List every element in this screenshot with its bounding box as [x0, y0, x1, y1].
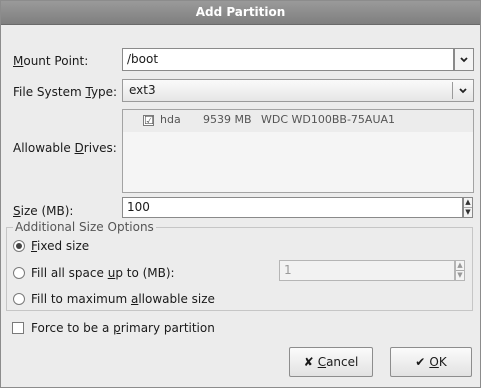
ok-hand-icon: ✔: [415, 355, 426, 369]
ok-button[interactable]: ✔ OK: [390, 347, 472, 377]
fixed-size-radio[interactable]: [13, 240, 25, 252]
fill-up-to-label[interactable]: Fill all space up to (MB):: [31, 266, 175, 280]
size-spinner[interactable]: ▲ ▼: [463, 197, 473, 218]
mount-point-input[interactable]: /boot: [122, 48, 454, 71]
drive-row[interactable]: ☑ hda 9539 MB WDC WD100BB-75AUA1: [123, 110, 473, 132]
add-partition-dialog: Add Partition Mount Point: /boot File Sy…: [0, 0, 481, 388]
mount-point-dropdown-button[interactable]: [454, 48, 474, 71]
mount-point-label: Mount Point:: [13, 54, 89, 68]
spin-up-icon[interactable]: ▲: [464, 198, 472, 208]
cancel-x-icon: ✘: [303, 355, 314, 369]
fill-up-to-spinner[interactable]: ▲ ▼: [455, 260, 465, 281]
drive-name: hda: [160, 113, 181, 126]
size-input[interactable]: 100: [122, 197, 463, 218]
fs-type-label: File System Type:: [13, 85, 118, 99]
fs-type-value: ext3: [129, 83, 156, 97]
dialog-title: Add Partition: [1, 1, 480, 25]
chevron-down-icon: [460, 57, 468, 63]
primary-partition-label[interactable]: Force to be a primary partition: [31, 321, 215, 335]
fill-up-to-input[interactable]: 1: [279, 260, 455, 281]
chevron-down-icon: [457, 80, 469, 108]
additional-size-options-title: Additional Size Options: [13, 220, 156, 234]
radio-selected-dot: [16, 243, 22, 249]
fill-up-to-radio[interactable]: [13, 267, 25, 279]
drive-checkbox[interactable]: ☑: [143, 115, 154, 126]
fixed-size-label[interactable]: Fixed size: [31, 239, 89, 253]
additional-size-options-frame: Additional Size Options Fixed size Fill …: [6, 220, 473, 311]
allowable-drives-label: Allowable Drives:: [13, 141, 117, 155]
drive-size: 9539 MB: [203, 113, 252, 126]
fill-max-label[interactable]: Fill to maximum allowable size: [31, 292, 215, 306]
combo-separator: [452, 82, 453, 99]
primary-partition-checkbox[interactable]: [12, 322, 24, 334]
drive-model: WDC WD100BB-75AUA1: [261, 113, 396, 126]
spin-up-icon[interactable]: ▲: [456, 261, 464, 271]
spin-down-icon[interactable]: ▼: [456, 271, 464, 280]
cancel-button[interactable]: ✘ Cancel: [289, 347, 373, 377]
spin-down-icon[interactable]: ▼: [464, 208, 472, 217]
size-label: Size (MB):: [13, 204, 74, 218]
fill-max-radio[interactable]: [13, 293, 25, 305]
allowable-drives-list[interactable]: ☑ hda 9539 MB WDC WD100BB-75AUA1: [122, 109, 474, 193]
fs-type-select[interactable]: ext3: [122, 79, 474, 102]
